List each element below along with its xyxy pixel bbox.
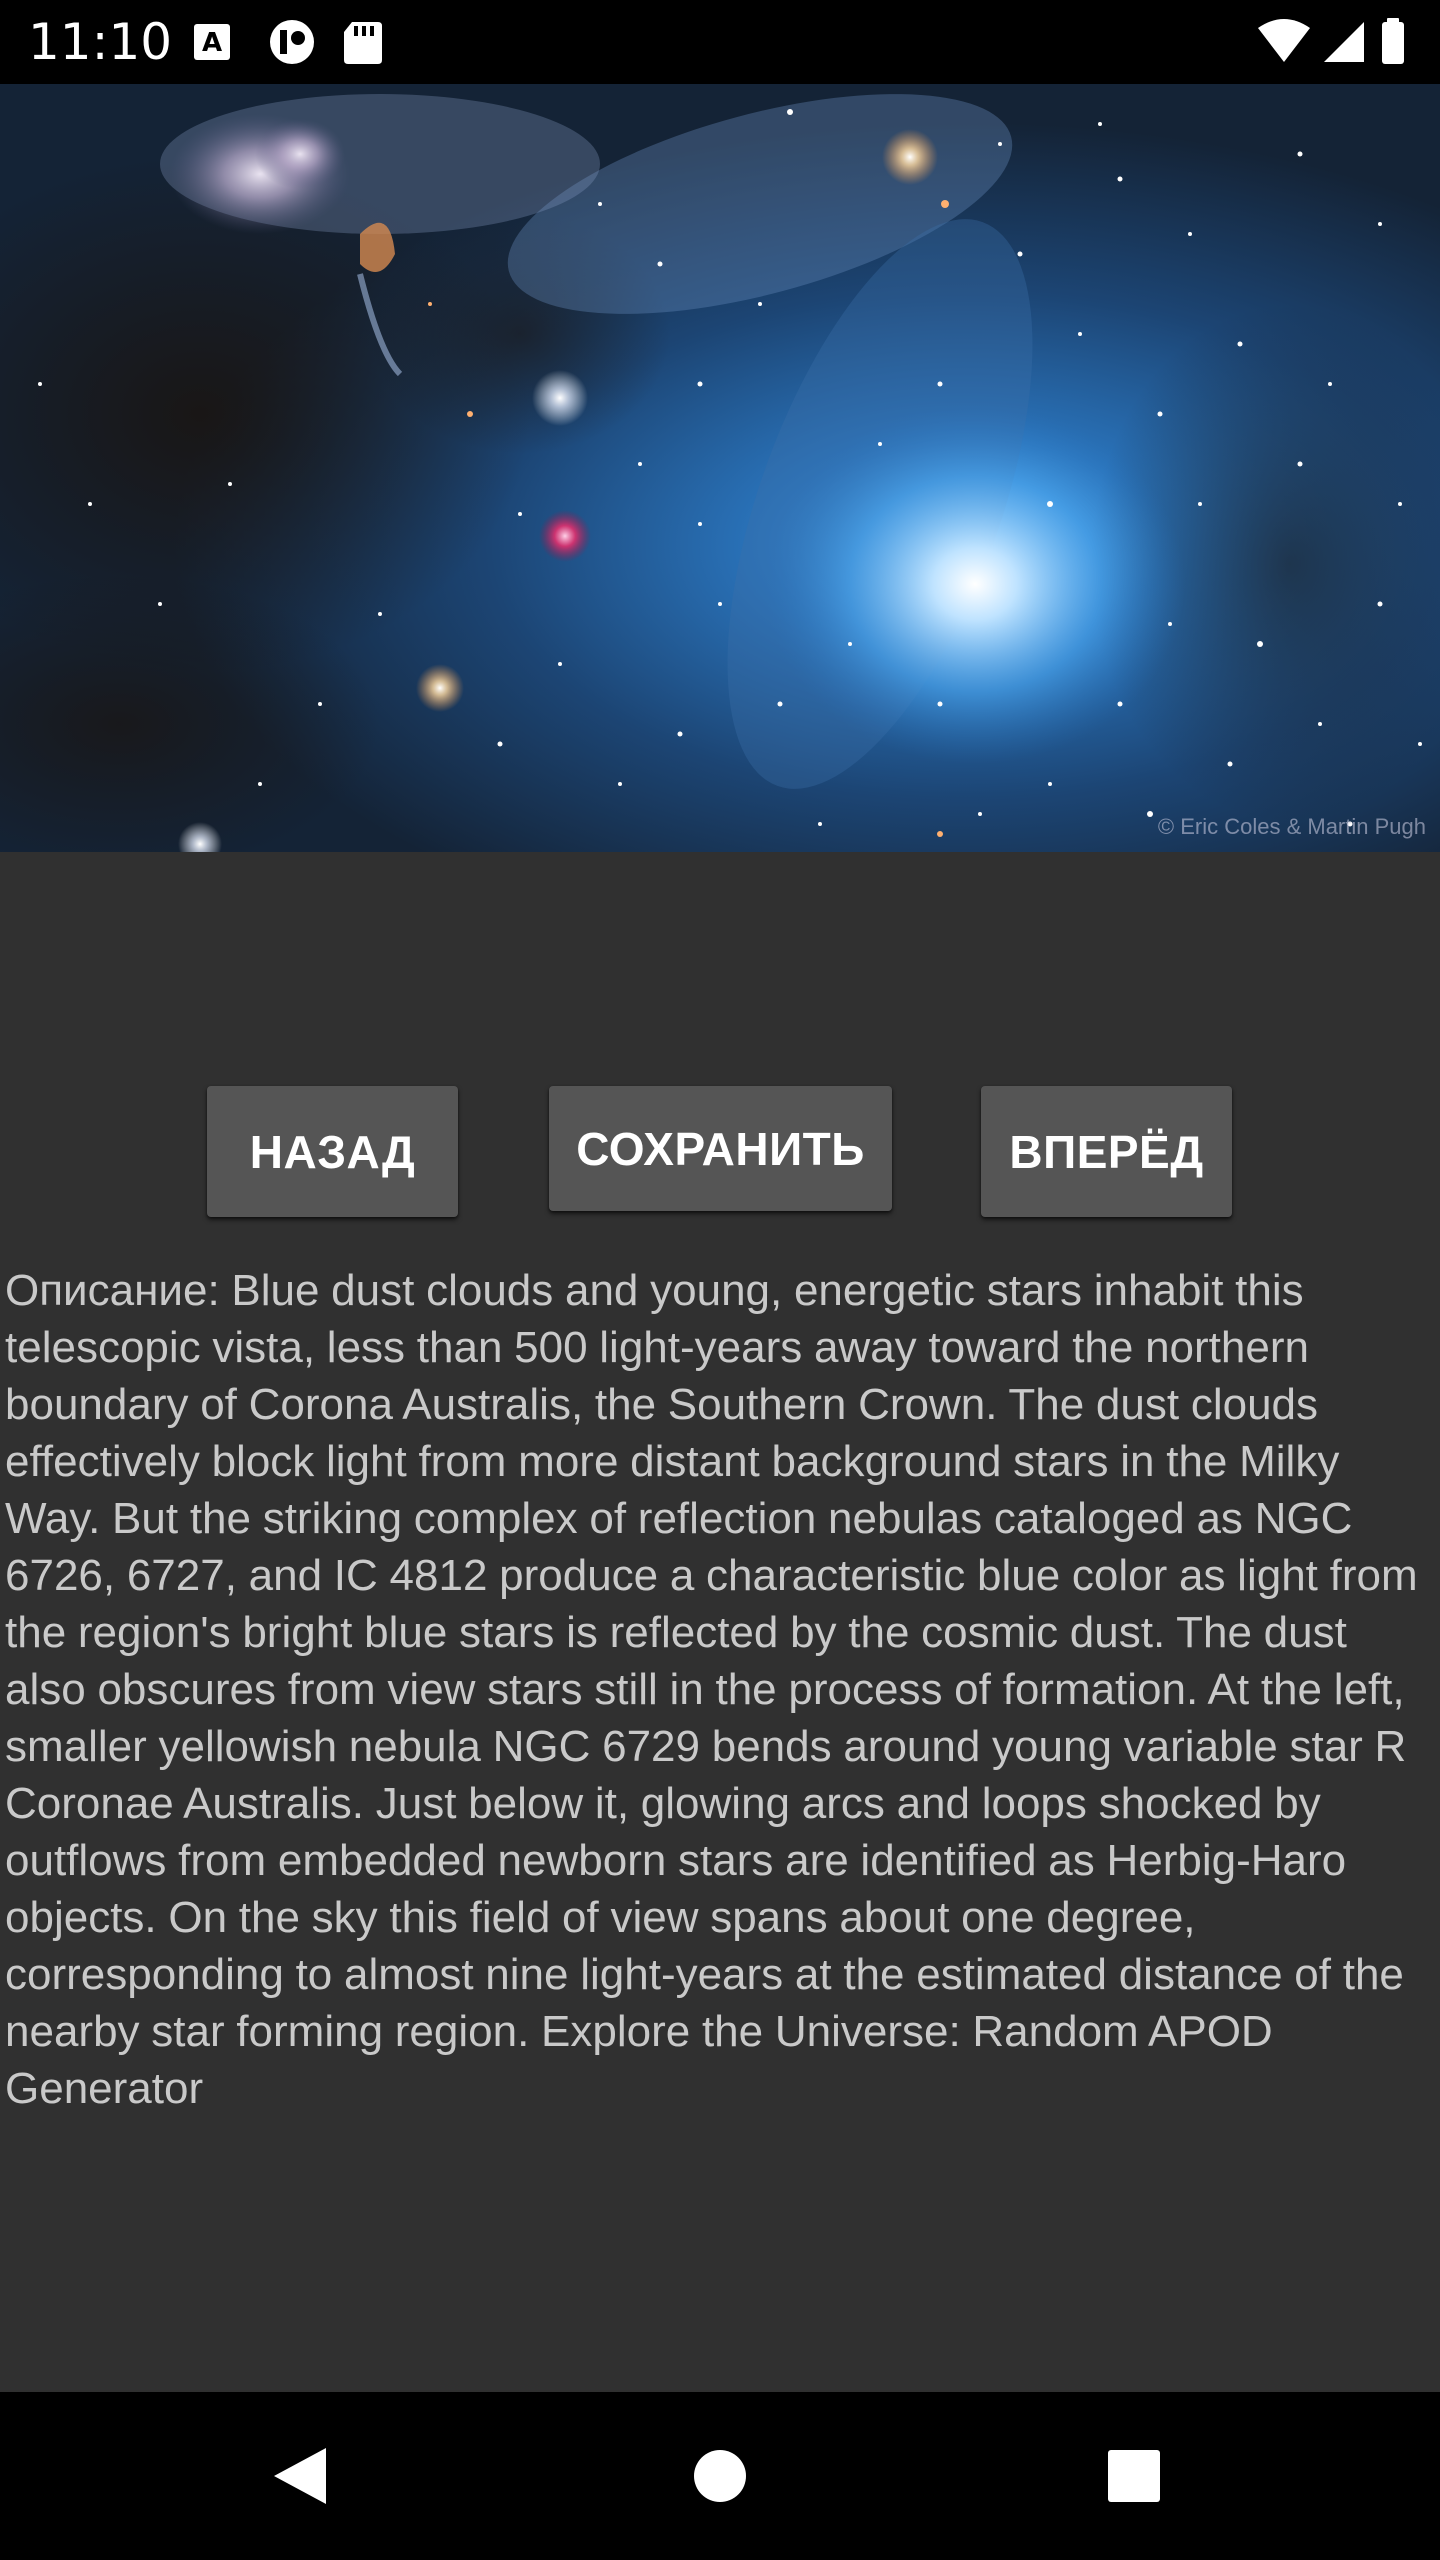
signal-icon: [1324, 22, 1364, 62]
back-button[interactable]: НАЗАД: [207, 1086, 458, 1217]
svg-text:A: A: [202, 28, 222, 58]
wifi-icon: [1258, 19, 1310, 62]
status-time: 11:10: [28, 13, 173, 71]
nav-recents-button[interactable]: [1034, 2392, 1234, 2560]
app-screen: 11:10 A © Eric Coles & Martin Pugh НАЗАД…: [0, 0, 1440, 2560]
save-button[interactable]: СОХРАНИТЬ: [549, 1086, 892, 1211]
sd-card-icon: [344, 22, 382, 64]
recents-icon: [1108, 2450, 1160, 2502]
system-icons: [1258, 18, 1404, 64]
nav-back-button[interactable]: [200, 2392, 400, 2560]
notification-icons: A: [194, 20, 382, 64]
description-text: Описание: Blue dust clouds and young, en…: [5, 1266, 1418, 2113]
battery-icon: [1382, 18, 1404, 64]
navigation-bar: [0, 2392, 1440, 2560]
image-credit: © Eric Coles & Martin Pugh: [1157, 814, 1426, 839]
back-icon: [274, 2448, 326, 2504]
nav-home-button[interactable]: [620, 2392, 820, 2560]
nebula-image: [0, 84, 1440, 852]
home-icon: [694, 2450, 746, 2502]
next-button[interactable]: ВПЕРЁД: [981, 1086, 1232, 1217]
a-translate-icon: A: [194, 24, 230, 60]
app-notification-icon: [270, 20, 314, 64]
status-bar: 11:10 A: [0, 0, 1440, 84]
